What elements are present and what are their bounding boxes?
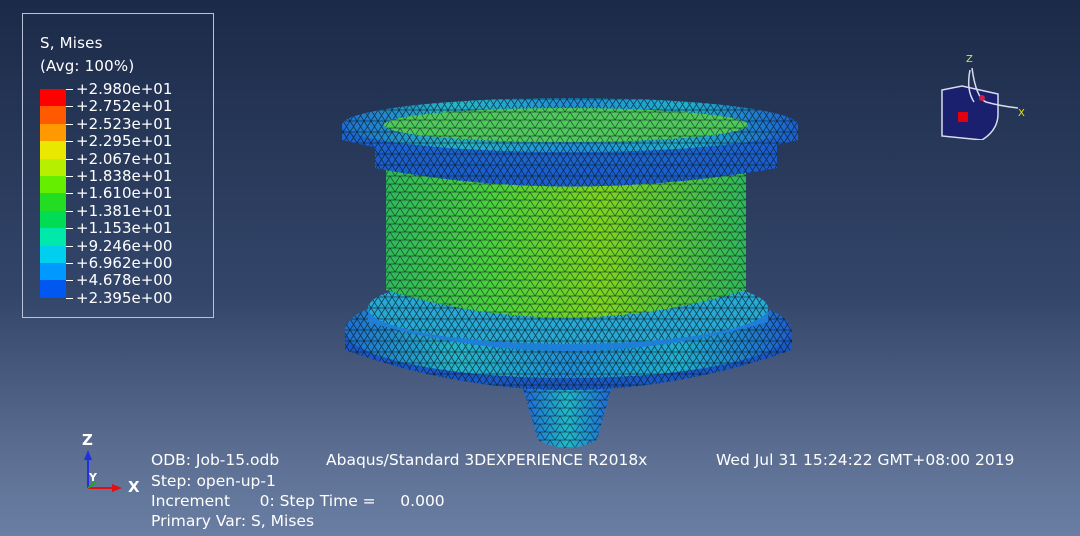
- view-axis-x: X: [1018, 108, 1025, 119]
- triad-y-label: Y: [88, 471, 98, 484]
- view-axis-z: Z: [966, 54, 973, 65]
- view-orientation-cube[interactable]: Z X: [930, 50, 1030, 140]
- increment-info: Increment 0: Step Time = 0.000: [151, 492, 445, 510]
- step-name: Step: open-up-1: [151, 472, 276, 490]
- viewport[interactable]: S, Mises (Avg: 100%) +2.980e+01 +2.752e+0…: [0, 0, 1080, 536]
- odb-name: ODB: Job-15.odb: [151, 451, 280, 469]
- solver-version: Abaqus/Standard 3DEXPERIENCE R2018x: [326, 451, 648, 469]
- triad-x-label: X: [128, 478, 140, 496]
- top-flange: [342, 98, 798, 187]
- primary-variable: Primary Var: S, Mises: [151, 512, 315, 530]
- cone-tip: [522, 385, 612, 448]
- global-axis-triad: Z Y X: [82, 431, 140, 496]
- triad-z-label: Z: [82, 431, 93, 449]
- timestamp: Wed Jul 31 15:24:22 GMT+08:00 2019: [716, 451, 1015, 469]
